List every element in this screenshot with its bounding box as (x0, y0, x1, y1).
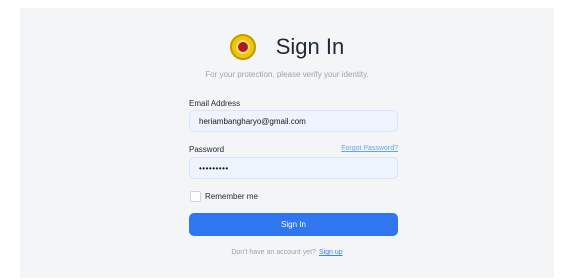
remember-me-checkbox[interactable] (190, 191, 201, 202)
signup-link[interactable]: Sign up (319, 249, 343, 256)
email-field[interactable]: heriambangharyo@gmail.com (189, 110, 398, 132)
sign-in-button[interactable]: Sign In (189, 213, 398, 236)
page-title: Sign In (275, 34, 345, 59)
remember-me-label[interactable]: Remember me (205, 192, 258, 201)
signin-header: Sign In (0, 34, 574, 60)
email-label: Email Address (189, 99, 241, 108)
logo-seal-center (235, 40, 250, 54)
signup-prompt-text: Don't have an account yet? (231, 249, 316, 256)
signup-prompt: Don't have an account yet? Sign up (0, 249, 574, 256)
page-subtitle: For your protection, please verify your … (205, 70, 369, 79)
forgot-password-link[interactable]: Forgot Password? (333, 145, 398, 152)
password-label: Password (189, 145, 225, 154)
password-field[interactable]: ••••••••• (189, 157, 398, 179)
logo-icon (229, 34, 256, 60)
